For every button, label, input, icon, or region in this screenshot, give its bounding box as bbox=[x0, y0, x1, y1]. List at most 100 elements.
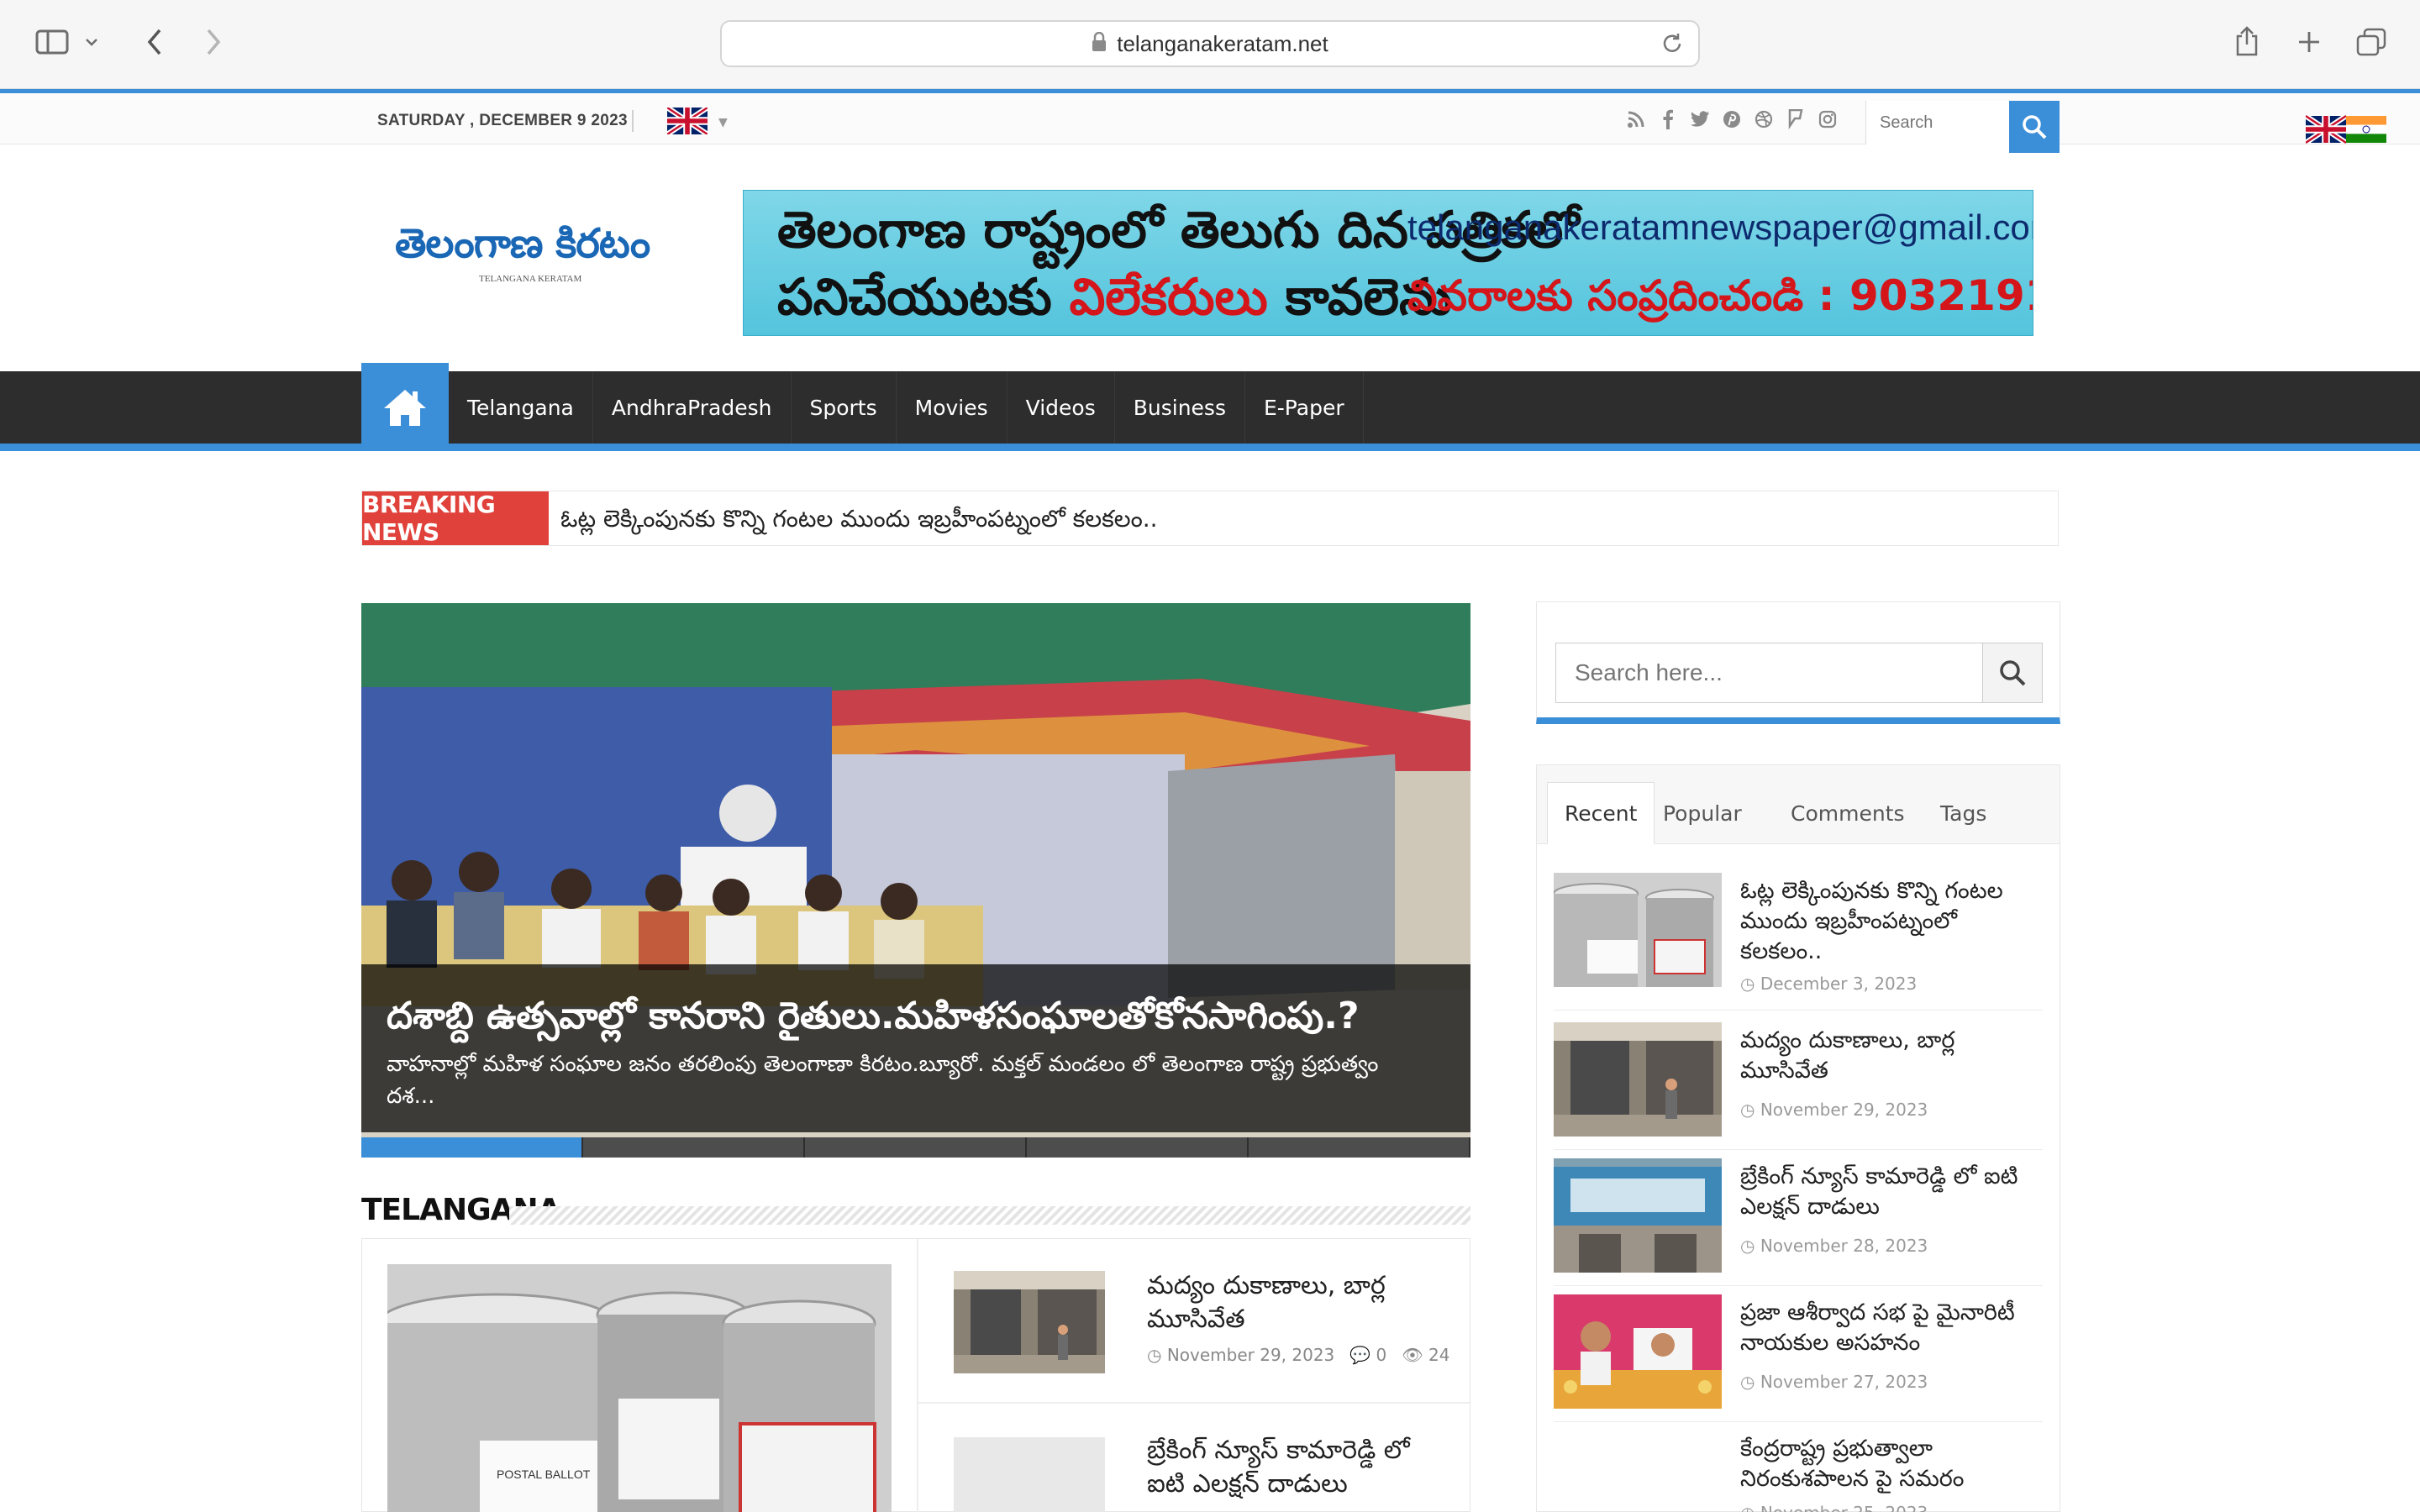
list-item[interactable]: బ్రేకింగ్ న్యూస్ కామారెడ్డి లో ఐటి ఎలక్ష… bbox=[918, 1405, 1470, 1512]
slider-dot[interactable] bbox=[583, 1137, 805, 1158]
foursquare-icon[interactable] bbox=[1785, 108, 1807, 130]
nav-item-andhrapradesh[interactable]: AndhraPradesh bbox=[593, 371, 792, 444]
post-date: ◷ November 29, 2023 bbox=[1740, 1100, 1928, 1120]
slider-pagination bbox=[361, 1137, 1470, 1158]
recent-post[interactable]: ఓట్ల లెక్కింపునకు కొన్ని గంటల ముందు ఇబ్ర… bbox=[1554, 873, 2043, 1011]
post-title[interactable]: ప్రజా ఆశీర్వాద సభ పై మైనారిటీ నాయకుల అసహ… bbox=[1740, 1298, 2043, 1358]
item-thumbnail[interactable] bbox=[954, 1271, 1105, 1373]
english-flag-icon[interactable] bbox=[2304, 113, 2348, 147]
sidebar-search-input[interactable] bbox=[1555, 643, 1984, 703]
logo-text: తెలంగాణ కిరటం bbox=[395, 220, 650, 267]
featured-slider[interactable]: దశాబ్ది ఉత్సవాల్లో కానరాని రైతులు.మహిళసం… bbox=[361, 603, 1470, 1158]
list-item[interactable]: మద్యం దుకాణాలు, బార్ల మూసివేత ◷ November… bbox=[918, 1239, 1470, 1404]
post-title[interactable]: మద్యం దుకాణాలు, బార్ల మూసివేత bbox=[1740, 1026, 2043, 1086]
nav-item-movies[interactable]: Movies bbox=[897, 371, 1007, 444]
instagram-icon[interactable] bbox=[1817, 108, 1839, 130]
main-nav: Telangana AndhraPradesh Sports Movies Vi… bbox=[0, 363, 2420, 451]
recent-post[interactable]: మద్యం దుకాణాలు, బార్ల మూసివేత ◷ November… bbox=[1554, 1022, 2043, 1150]
nav-item-epaper[interactable]: E-Paper bbox=[1245, 371, 1364, 444]
sidebar-search-button[interactable] bbox=[1982, 643, 2043, 703]
post-title[interactable]: బ్రేకింగ్ న్యూస్ కామారెడ్డి లో ఐటి ఎలక్ష… bbox=[1740, 1162, 2043, 1222]
top-search-button[interactable] bbox=[2009, 101, 2060, 153]
post-thumbnail[interactable] bbox=[1554, 873, 1722, 987]
sidebar-tabs-widget: Recent Popular Comments Tags ఓట్ల లెక్కి… bbox=[1536, 764, 2060, 1512]
post-title[interactable]: ఓట్ల లెక్కింపునకు కొన్ని గంటల ముందు ఇబ్ర… bbox=[1740, 876, 2043, 967]
clock-icon: ◷ bbox=[1147, 1345, 1162, 1365]
ballot-boxes-image bbox=[1554, 873, 1722, 987]
home-button[interactable] bbox=[361, 363, 449, 451]
home-icon bbox=[384, 389, 426, 426]
post-title[interactable]: కేంద్రరాష్ట్ర ప్రభుత్వాలా నిరంకుశపాలన పై… bbox=[1740, 1434, 2043, 1494]
post-date-text: November 25, 2023 bbox=[1760, 1503, 1928, 1512]
header-ad-banner[interactable]: తెలంగాణ రాష్ట్రంలో తెలుగు దిన పత్రికలో ప… bbox=[743, 190, 2033, 336]
nav-menu: Telangana AndhraPradesh Sports Movies Vi… bbox=[449, 371, 1364, 444]
post-thumbnail[interactable] bbox=[1554, 1294, 1722, 1409]
post-thumbnail[interactable] bbox=[1554, 1022, 1722, 1137]
banner-email: telanganakeratamnewspaper@gmail.com bbox=[1407, 207, 2033, 247]
post-date-text: November 29, 2023 bbox=[1760, 1100, 1928, 1120]
banner-line-2a: పనిచేయుటకు bbox=[777, 268, 1070, 327]
post-date: ◷ November 27, 2023 bbox=[1740, 1372, 1928, 1392]
browser-toolbar: telanganakeratam.net bbox=[0, 0, 2420, 89]
recent-post[interactable]: ప్రజా ఆశీర్వాద సభ పై మైనారిటీ నాయకుల అసహ… bbox=[1554, 1294, 2043, 1422]
nav-item-telangana[interactable]: Telangana bbox=[449, 371, 593, 444]
breaking-news-headline[interactable]: ఓట్ల లెక్కింపునకు కొన్ని గంటల ముందు ఇబ్ర… bbox=[560, 505, 1158, 538]
rss-icon[interactable] bbox=[1625, 108, 1647, 130]
caret-down-icon[interactable]: ▼ bbox=[718, 116, 728, 129]
rally-image bbox=[1554, 1294, 1722, 1409]
address-bar[interactable]: telanganakeratam.net bbox=[720, 20, 1700, 67]
tab-popular[interactable]: Popular bbox=[1646, 782, 1759, 844]
slider-dot[interactable] bbox=[1249, 1137, 1470, 1158]
top-search-input[interactable] bbox=[1866, 101, 2009, 144]
slider-caption: దశాబ్ది ఉత్సవాల్లో కానరాని రైతులు.మహిళసం… bbox=[361, 964, 1470, 1132]
item-title[interactable]: మద్యం దుకాణాలు, బార్ల మూసివేత bbox=[1147, 1269, 1449, 1336]
twitter-icon[interactable] bbox=[1689, 108, 1711, 130]
site-logo[interactable]: తెలంగాణ కిరటం TELANGANA KERATAM bbox=[395, 220, 681, 284]
shop-image bbox=[954, 1271, 1105, 1373]
clock-icon: ◷ bbox=[1740, 974, 1755, 994]
post-date: ◷ December 3, 2023 bbox=[1740, 974, 1917, 994]
item-thumbnail[interactable] bbox=[954, 1437, 1105, 1512]
post-thumbnail[interactable] bbox=[1554, 1158, 1722, 1273]
slider-dot[interactable] bbox=[361, 1137, 583, 1158]
tab-tags[interactable]: Tags bbox=[1923, 782, 2003, 844]
nav-item-videos[interactable]: Videos bbox=[1007, 371, 1115, 444]
clock-icon: ◷ bbox=[1740, 1372, 1755, 1392]
current-date: SATURDAY , DECEMBER 9 2023 bbox=[377, 112, 628, 129]
banner-line-2: పనిచేయుటకు విలేకరులు కావలెను bbox=[777, 268, 1452, 335]
india-flag-icon[interactable] bbox=[2346, 115, 2386, 147]
slider-title[interactable]: దశాబ్ది ఉత్సవాల్లో కానరాని రైతులు.మహిళసం… bbox=[387, 995, 1360, 1047]
item-views: 👁 24 bbox=[1402, 1345, 1449, 1365]
sidebar-toggle-icon[interactable] bbox=[32, 22, 72, 62]
tab-overview-icon[interactable] bbox=[2351, 22, 2391, 62]
nav-item-sports[interactable]: Sports bbox=[792, 371, 897, 444]
item-date: ◷ November 29, 2023 bbox=[1147, 1345, 1334, 1365]
tab-comments[interactable]: Comments bbox=[1774, 782, 1922, 844]
reload-icon[interactable] bbox=[1661, 32, 1683, 59]
language-flags bbox=[2304, 113, 2386, 147]
post-date-text: December 3, 2023 bbox=[1760, 974, 1918, 994]
recent-post[interactable]: కేంద్రరాష్ట్ర ప్రభుత్వాలా నిరంకుశపాలన పై… bbox=[1554, 1431, 2043, 1512]
share-icon[interactable] bbox=[2227, 22, 2267, 62]
nav-item-business[interactable]: Business bbox=[1115, 371, 1245, 444]
featured-article-image[interactable]: POSTAL BALLOT bbox=[387, 1264, 892, 1512]
lock-icon bbox=[1092, 31, 1107, 55]
slider-dot[interactable] bbox=[805, 1137, 1027, 1158]
dribbble-icon[interactable] bbox=[1753, 108, 1775, 130]
item-title[interactable]: బ్రేకింగ్ న్యూస్ కామారెడ్డి లో ఐటి ఎలక్ష… bbox=[1147, 1434, 1449, 1501]
back-icon[interactable] bbox=[134, 22, 175, 62]
slider-dot[interactable] bbox=[1027, 1137, 1249, 1158]
search-icon bbox=[2000, 660, 2026, 686]
item-comments[interactable]: 💬 0 bbox=[1349, 1345, 1386, 1365]
shop-image bbox=[1554, 1022, 1722, 1137]
chevron-down-icon[interactable] bbox=[79, 22, 104, 62]
forward-icon[interactable] bbox=[193, 22, 234, 62]
recent-post[interactable]: బ్రేకింగ్ న్యూస్ కామారెడ్డి లో ఐటి ఎలక్ష… bbox=[1554, 1158, 2043, 1286]
new-tab-icon[interactable] bbox=[2289, 22, 2329, 62]
pinterest-icon[interactable] bbox=[1721, 108, 1743, 130]
uk-flag-icon[interactable] bbox=[666, 105, 709, 137]
tab-recent[interactable]: Recent bbox=[1547, 782, 1655, 844]
facebook-icon[interactable] bbox=[1657, 108, 1679, 130]
breaking-news-bar: BREAKING NEWS ఓట్ల లెక్కింపునకు కొన్ని గ… bbox=[361, 491, 2059, 546]
post-date: ◷ November 25, 2023 bbox=[1740, 1503, 1928, 1512]
